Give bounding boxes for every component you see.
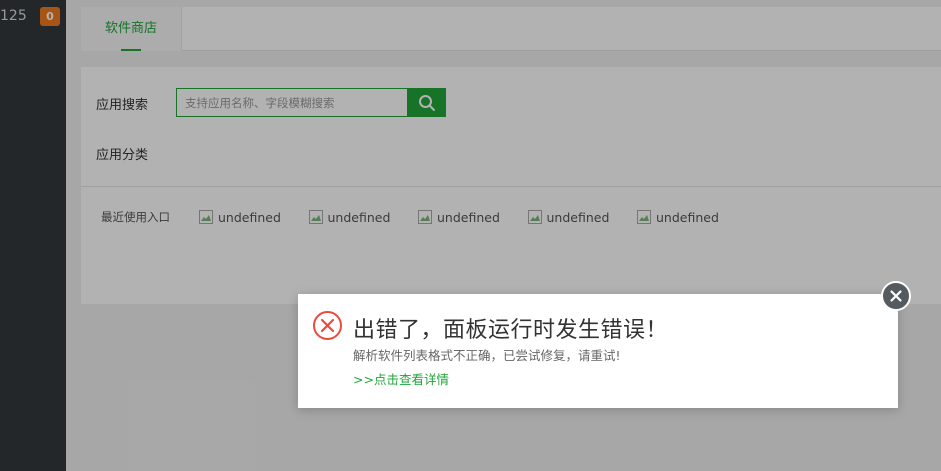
details-link[interactable]: >>点击查看详情 [353, 369, 449, 388]
dialog-title: 出错了，面板运行时发生错误！ [353, 318, 669, 343]
close-icon [890, 290, 902, 302]
dialog-message: 解析软件列表格式不正确，已尝试修复，请重试! [353, 348, 621, 363]
error-circle-icon [313, 311, 342, 340]
dialog-close-button[interactable] [881, 281, 911, 311]
error-dialog: 出错了，面板运行时发生错误！ 解析软件列表格式不正确，已尝试修复，请重试! >>… [298, 294, 898, 408]
